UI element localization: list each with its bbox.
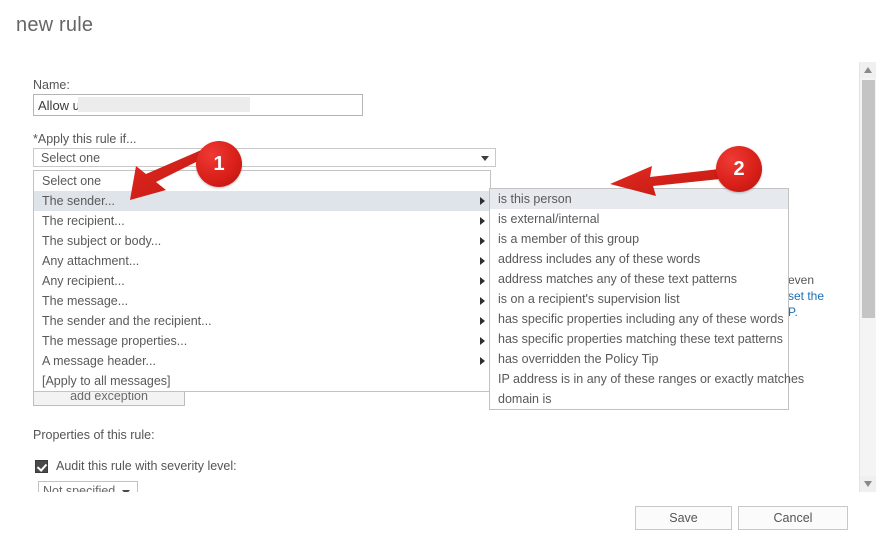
submenu-arrow-icon bbox=[480, 257, 485, 265]
new-rule-dialog: new rule Name: *Apply this rule if... Se… bbox=[0, 0, 876, 550]
helper-text-line-3: P. bbox=[788, 305, 798, 319]
audit-checkbox-label: Audit this rule with severity level: bbox=[56, 459, 237, 473]
submenu-arrow-icon bbox=[480, 297, 485, 305]
submenu-arrow-icon bbox=[480, 357, 485, 365]
form-scroll-area: Name: *Apply this rule if... Select one … bbox=[0, 62, 852, 492]
scroll-down-arrow-icon[interactable] bbox=[860, 476, 876, 492]
condition-dropdown-list[interactable]: Select one The sender... The recipient... T… bbox=[33, 170, 491, 392]
chevron-down-icon bbox=[122, 490, 130, 492]
submenu-item[interactable]: is external/internal bbox=[490, 209, 788, 229]
cancel-button[interactable]: Cancel bbox=[738, 506, 848, 530]
scrollbar-thumb[interactable] bbox=[862, 80, 875, 318]
submenu-item[interactable]: address includes any of these words bbox=[490, 249, 788, 269]
save-button[interactable]: Save bbox=[635, 506, 732, 530]
vertical-scrollbar[interactable] bbox=[859, 62, 876, 492]
severity-level-select[interactable]: Not specified bbox=[38, 481, 138, 492]
submenu-arrow-icon bbox=[480, 337, 485, 345]
dropdown-item-label: The sender... bbox=[42, 194, 115, 208]
scroll-up-arrow-icon[interactable] bbox=[860, 62, 876, 78]
helper-text: even set the P. bbox=[788, 272, 848, 320]
callout-marker-1: 1 bbox=[196, 141, 242, 187]
dropdown-item-label: The recipient... bbox=[42, 214, 125, 228]
helper-text-line-1: even bbox=[788, 273, 815, 287]
dropdown-item-label: The message... bbox=[42, 294, 129, 308]
dropdown-item-label: Any attachment... bbox=[42, 254, 140, 268]
dropdown-item-label: [Apply to all messages] bbox=[42, 374, 171, 388]
submenu-item[interactable]: is this person bbox=[490, 189, 788, 209]
submenu-item[interactable]: has specific properties including any of… bbox=[490, 309, 788, 329]
dropdown-item-label: Select one bbox=[42, 174, 102, 188]
severity-level-value: Not specified bbox=[43, 484, 116, 492]
submenu-arrow-icon bbox=[480, 197, 485, 205]
apply-rule-if-combobox[interactable]: Select one bbox=[33, 148, 496, 167]
helper-text-link[interactable]: set the bbox=[788, 288, 848, 304]
submenu-arrow-icon bbox=[480, 237, 485, 245]
submenu-item[interactable]: has specific properties matching these t… bbox=[490, 329, 788, 349]
dropdown-item[interactable]: Any attachment... bbox=[34, 251, 490, 271]
dropdown-item[interactable]: The message... bbox=[34, 291, 490, 311]
dropdown-item-label: A message header... bbox=[42, 354, 156, 368]
dropdown-item[interactable]: [Apply to all messages] bbox=[34, 371, 490, 391]
submenu-item[interactable]: address matches any of these text patter… bbox=[490, 269, 788, 289]
audit-checkbox[interactable] bbox=[35, 459, 48, 473]
dropdown-item-label: Any recipient... bbox=[42, 274, 125, 288]
chevron-down-icon bbox=[481, 156, 489, 161]
dropdown-item[interactable]: A message header... bbox=[34, 351, 490, 371]
dropdown-item[interactable]: The subject or body... bbox=[34, 231, 490, 251]
dropdown-item[interactable]: Any recipient... bbox=[34, 271, 490, 291]
name-input[interactable] bbox=[33, 94, 363, 116]
submenu-arrow-icon bbox=[480, 277, 485, 285]
dropdown-item[interactable]: The sender... bbox=[34, 191, 490, 211]
submenu-arrow-icon bbox=[480, 217, 485, 225]
submenu-item[interactable]: is a member of this group bbox=[490, 229, 788, 249]
apply-rule-if-label: *Apply this rule if... bbox=[33, 132, 137, 146]
page-title: new rule bbox=[16, 14, 94, 36]
properties-label: Properties of this rule: bbox=[33, 428, 155, 442]
dropdown-item[interactable]: The message properties... bbox=[34, 331, 490, 351]
dropdown-item-label: The subject or body... bbox=[42, 234, 162, 248]
dropdown-item[interactable]: Select one bbox=[34, 171, 490, 191]
dropdown-item-label: The sender and the recipient... bbox=[42, 314, 212, 328]
combobox-selected-text: Select one bbox=[41, 151, 101, 165]
name-label: Name: bbox=[33, 78, 70, 92]
submenu-item[interactable]: is on a recipient's supervision list bbox=[490, 289, 788, 309]
audit-checkbox-row[interactable]: Audit this rule with severity level: bbox=[35, 459, 237, 473]
dropdown-item[interactable]: The sender and the recipient... bbox=[34, 311, 490, 331]
condition-submenu[interactable]: is this person is external/internal is a m… bbox=[489, 188, 804, 410]
dropdown-item-label: The message properties... bbox=[42, 334, 188, 348]
submenu-arrow-icon bbox=[480, 317, 485, 325]
submenu-item[interactable]: domain is bbox=[490, 389, 788, 409]
submenu-item[interactable]: has overridden the Policy Tip bbox=[490, 349, 788, 369]
submenu-item[interactable]: IP address is in any of these ranges or … bbox=[490, 369, 804, 389]
callout-marker-2: 2 bbox=[716, 146, 762, 192]
dropdown-item[interactable]: The recipient... bbox=[34, 211, 490, 231]
